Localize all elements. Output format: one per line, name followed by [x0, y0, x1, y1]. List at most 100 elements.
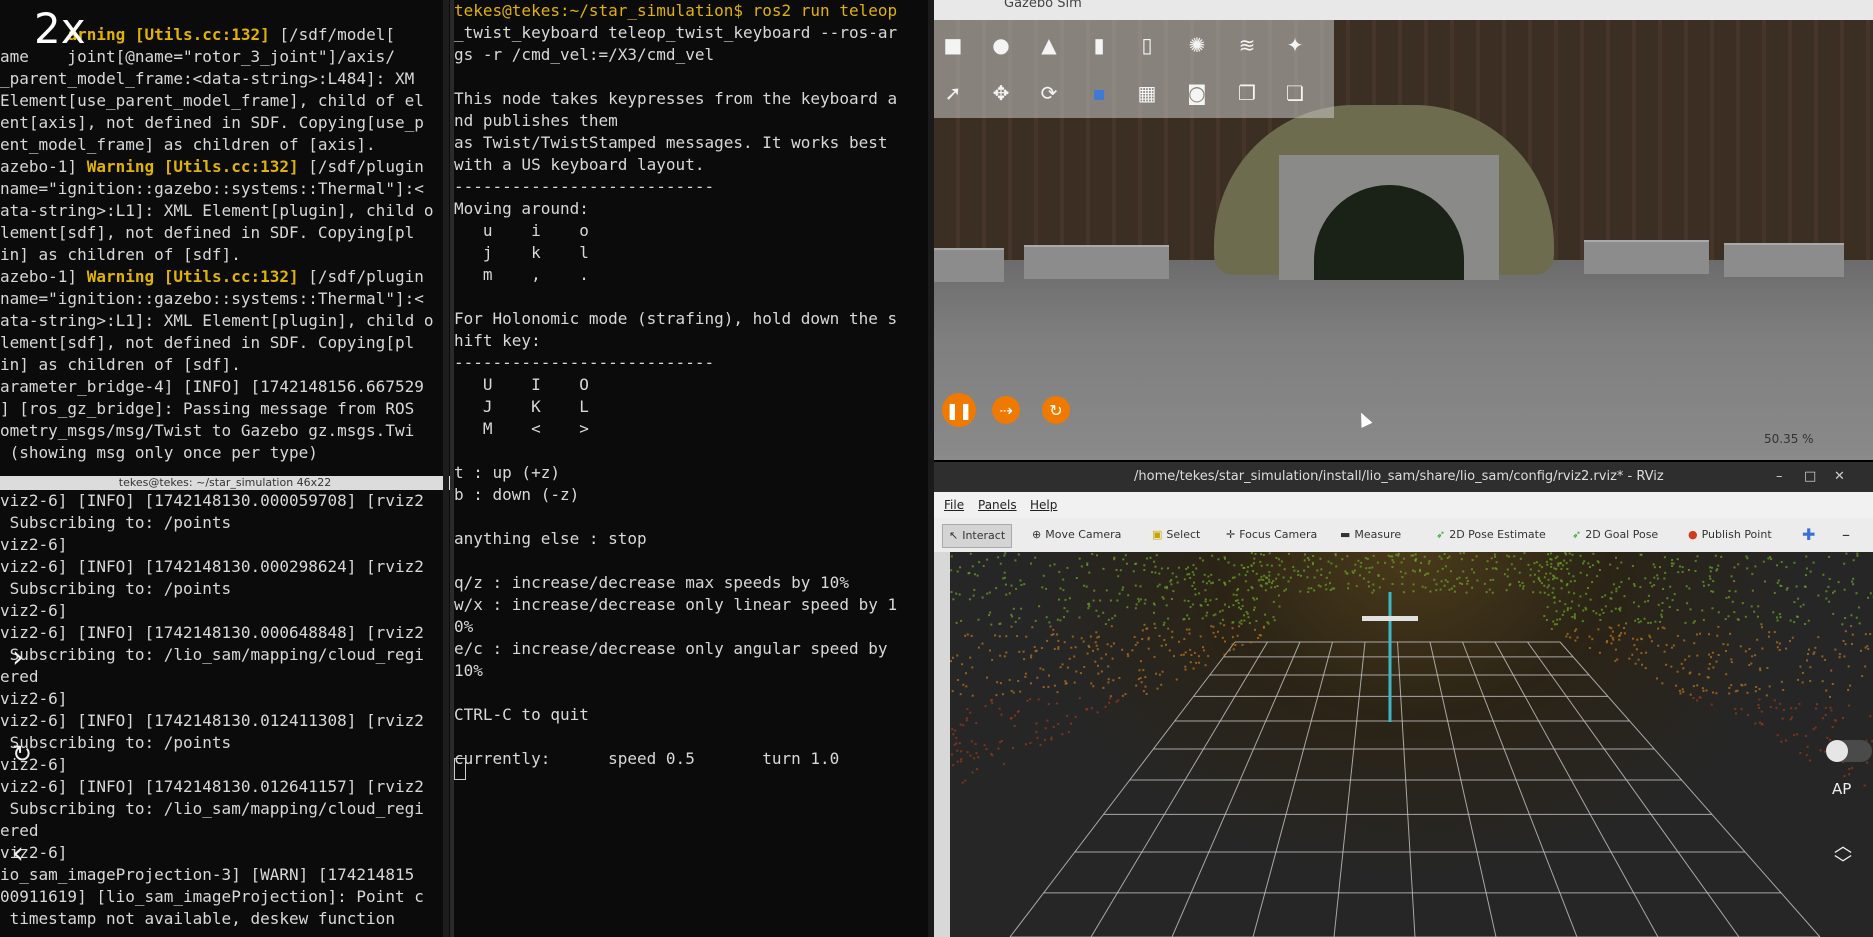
add-tool-button[interactable]: ✚ [1796, 524, 1821, 546]
cloud-point [1053, 647, 1056, 650]
cloud-point [1579, 571, 1582, 574]
cloud-point [1329, 589, 1332, 591]
cloud-point [1308, 558, 1311, 561]
cloud-point [1118, 592, 1121, 595]
measure-tool[interactable]: ▬ Measure [1334, 524, 1407, 546]
chevron-right-icon[interactable]: › [12, 640, 24, 675]
cloud-point [1090, 707, 1093, 710]
reset-button[interactable]: ↻ [1042, 396, 1070, 424]
copy-icon[interactable]: ❐ [1232, 78, 1262, 108]
cloud-point [1757, 605, 1760, 608]
cloud-point [1764, 580, 1766, 583]
cloud-point [1671, 559, 1674, 561]
cloud-point [1140, 681, 1143, 684]
cloud-point [1620, 632, 1623, 635]
cloud-point [1057, 646, 1060, 649]
pause-button[interactable]: ❚❚ [942, 393, 976, 427]
focus-camera-tool[interactable]: ✛ Focus Camera [1220, 524, 1323, 546]
cloud-point [1175, 575, 1178, 578]
cloud-point [1663, 627, 1666, 630]
chevron-left-icon[interactable]: ‹ [12, 836, 24, 871]
rotate-icon[interactable]: ⟳ [1034, 78, 1064, 108]
up-down-chevron-icon[interactable]: ︿ ﹀ [1834, 838, 1852, 874]
cloud-point [1158, 634, 1161, 637]
cloud-point [1204, 664, 1207, 667]
cloud-point [1830, 669, 1833, 672]
autoplay-toggle[interactable] [1826, 740, 1872, 762]
menu-file[interactable]: File [944, 492, 964, 518]
cloud-point [1056, 618, 1059, 621]
cloud-point [1058, 598, 1060, 601]
select-arrow-icon[interactable]: ➚ [938, 78, 968, 108]
scene-barrier [1584, 240, 1709, 274]
screenshot-icon[interactable]: ◙ [1182, 78, 1212, 108]
cloud-point [1172, 590, 1175, 593]
select-tool[interactable]: ▣ Select [1146, 524, 1206, 546]
cloud-point [1135, 603, 1138, 606]
directional-light-icon[interactable]: ≋ [1232, 30, 1262, 60]
cloud-point [1754, 565, 1757, 568]
terminal-scrollbar[interactable] [443, 0, 449, 937]
translate-icon[interactable]: ✥ [986, 78, 1016, 108]
cloud-point [1715, 692, 1718, 695]
cloud-point [1702, 618, 1705, 621]
cloud-point [1312, 555, 1315, 557]
left-bottom-terminal[interactable]: viz2-6] [INFO] [1742148130.000059708] [r… [0, 490, 450, 937]
move-camera-tool[interactable]: ⊕ Move Camera [1026, 524, 1127, 546]
box-shape-icon[interactable]: ■ [938, 30, 968, 60]
cloud-point [960, 750, 963, 753]
cloud-point [1791, 716, 1793, 719]
sphere-shape-icon[interactable]: ● [986, 30, 1016, 60]
cloud-point [1142, 669, 1145, 672]
menu-panels[interactable]: Panels [978, 492, 1017, 518]
step-button[interactable]: ⇢ [992, 396, 1020, 424]
spot-light-icon[interactable]: ✦ [1280, 30, 1310, 60]
cloud-point [1149, 556, 1152, 559]
cloud-point [969, 711, 972, 714]
menu-help[interactable]: Help [1030, 492, 1057, 518]
cloud-point [1633, 583, 1636, 585]
maximize-icon[interactable]: □ [1804, 462, 1816, 492]
terminal-output: viz2-6] [INFO] [1742148130.000059708] [r… [0, 490, 450, 930]
2d-goal-pose-tool[interactable]: ➶ 2D Goal Pose [1566, 524, 1664, 546]
cloud-point [1519, 557, 1522, 560]
grid-snap-icon[interactable]: ▪ [1084, 78, 1114, 108]
rviz-side-panel-handle[interactable] [934, 552, 950, 937]
cloud-point [1864, 633, 1867, 636]
cone-shape-icon[interactable]: ▲ [1034, 30, 1064, 60]
cloud-point [1672, 562, 1675, 565]
cloud-point [1238, 573, 1241, 576]
teleop-terminal[interactable]: tekes@tekes:~/star_simulation$ ros2 run … [454, 0, 928, 937]
cloud-point [1238, 606, 1241, 609]
publish-point-tool[interactable]: ● Publish Point [1682, 524, 1778, 546]
rviz-3d-view[interactable] [950, 552, 1873, 937]
close-icon[interactable]: ✕ [1834, 462, 1845, 492]
cloud-point [1397, 552, 1400, 555]
cloud-point [1598, 569, 1601, 571]
cloud-point [1001, 693, 1004, 696]
cloud-point [1844, 617, 1847, 619]
cloud-point [1634, 662, 1637, 665]
cloud-point [1030, 562, 1032, 565]
gazebo-window[interactable]: Gazebo Sim ■ ● ▲ ▮ ▯ ✺ ≋ ✦ ➚ ✥ ⟳ ▪ ▦ ◙ ❐… [934, 0, 1873, 460]
remove-tool-button[interactable]: – [1836, 524, 1856, 546]
left-top-terminal[interactable]: arning [Utils.cc:132] [/sdf/model[ ame j… [0, 0, 450, 478]
cloud-point [1094, 660, 1097, 663]
cloud-point [1068, 597, 1071, 600]
cloud-point [1616, 658, 1619, 661]
paste-icon[interactable]: ❏ [1280, 78, 1310, 108]
cylinder-shape-icon[interactable]: ▮ [1084, 30, 1114, 60]
cloud-point [1086, 708, 1089, 710]
cloud-point [1137, 600, 1140, 603]
minimize-icon[interactable]: – [1776, 462, 1783, 492]
cloud-point [1377, 574, 1380, 576]
2d-pose-estimate-tool[interactable]: ➶ 2D Pose Estimate [1430, 524, 1552, 546]
grid-config-icon[interactable]: ▦ [1132, 78, 1162, 108]
interact-tool[interactable]: ↖ Interact [942, 524, 1013, 548]
point-light-icon[interactable]: ✺ [1182, 30, 1212, 60]
cloud-point [1699, 696, 1702, 699]
capsule-shape-icon[interactable]: ▯ [1132, 30, 1162, 60]
refresh-icon[interactable]: ↻ [12, 740, 32, 768]
cloud-point [1401, 583, 1404, 585]
cloud-point [1094, 641, 1097, 644]
